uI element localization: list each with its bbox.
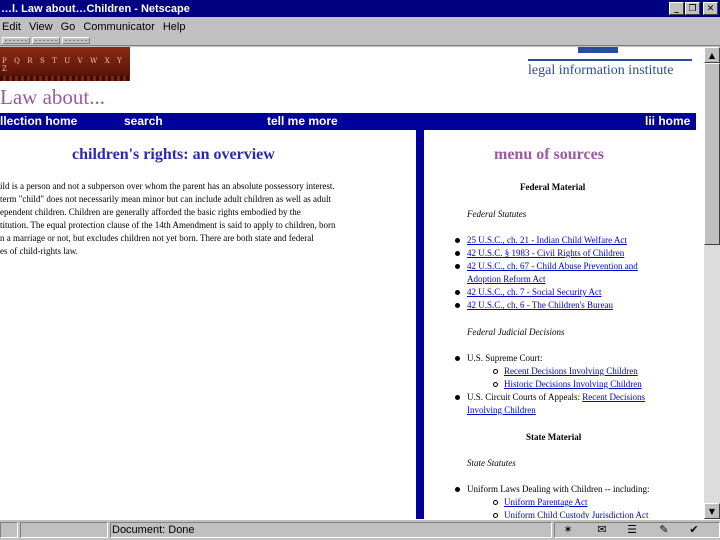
circle-bullet-icon [493, 500, 498, 505]
overview-line: ependent children. Children are generall… [0, 207, 301, 217]
bullet-icon [455, 395, 460, 400]
federal-material-heading: Federal Material [520, 182, 586, 192]
menu-go[interactable]: Go [59, 21, 82, 33]
link-child-abuse-prevention-cont[interactable]: Adoption Reform Act [467, 274, 546, 284]
scroll-thumb[interactable] [704, 63, 720, 245]
composer-icon[interactable]: ✎ [656, 523, 672, 537]
link-recent-decisions-circuit[interactable]: Recent Decisions [582, 392, 645, 402]
overview-line: ild is a person and not a subperson over… [0, 181, 335, 191]
nav-search[interactable]: search [124, 114, 163, 128]
column-divider [416, 130, 424, 519]
alphabet-letters: P Q R S T U V W X Y Z [2, 57, 125, 73]
link-involving-children[interactable]: Involving Children [467, 405, 536, 415]
state-statutes-label: State Statutes [467, 458, 516, 468]
minimize-icon[interactable]: _ [669, 2, 684, 15]
alphabet-banner: P Q R S T U V W X Y Z [0, 47, 130, 81]
nav-bar: llection home search tell me more lii ho… [0, 113, 696, 130]
bullet-icon [455, 290, 460, 295]
page-viewport: P Q R S T U V W X Y Z legal information … [0, 47, 704, 519]
window-titlebar: …l. Law about…Children - Netscape _ ❐ ✕ [0, 0, 720, 17]
federal-statutes-label: Federal Statutes [467, 209, 527, 219]
circuit-courts-row: U.S. Circuit Courts of Appeals: Recent D… [467, 392, 645, 402]
supreme-court-label: U.S. Supreme Court: [467, 353, 543, 363]
lii-logo[interactable]: legal information institute [528, 47, 692, 81]
link-social-security[interactable]: 42 U.S.C., ch. 7 - Social Security Act [467, 287, 602, 297]
bullet-icon [455, 238, 460, 243]
bullet-icon [455, 487, 460, 492]
status-text: Document: Done [112, 524, 195, 536]
toolbar-grip[interactable] [32, 37, 60, 44]
overview-line: es of child-rights law. [0, 246, 78, 256]
vertical-scrollbar[interactable]: ▲ ▼ [704, 47, 720, 519]
state-material-heading: State Material [526, 432, 582, 442]
menu-heading: menu of sources [494, 146, 604, 163]
overview-text: ild is a person and not a subperson over… [0, 180, 414, 258]
menu-edit[interactable]: Edit [0, 21, 27, 33]
status-bar: Document: Done ✶ ✉ ☰ ✎ ✔ [0, 519, 720, 540]
page-title: Law about... [0, 85, 105, 109]
toolbar-grip[interactable] [62, 37, 90, 44]
edit-icon[interactable]: ✔ [686, 523, 702, 537]
navigator-icon[interactable]: ✶ [560, 523, 576, 537]
overview-line: titution. The equal protection clause of… [0, 220, 336, 230]
discussions-icon[interactable]: ☰ [624, 523, 640, 537]
bullet-icon [455, 251, 460, 256]
menu-help[interactable]: Help [161, 21, 192, 33]
menu-view[interactable]: View [27, 21, 59, 33]
nav-lii-home[interactable]: lii home [645, 114, 690, 128]
uniform-laws-label: Uniform Laws Dealing with Children -- in… [467, 484, 650, 494]
link-childrens-bureau[interactable]: 42 U.S.C., ch. 6 - The Children's Bureau [467, 300, 613, 310]
mail-icon[interactable]: ✉ [594, 523, 610, 537]
nav-collection-home[interactable]: llection home [0, 114, 77, 128]
progress-meter [20, 522, 108, 538]
overview-line: term "child" does not necessarily mean m… [0, 194, 332, 204]
scroll-up-icon[interactable]: ▲ [704, 47, 720, 63]
security-icon[interactable] [0, 522, 18, 538]
link-indian-child-welfare[interactable]: 25 U.S.C., ch. 21 - Indian Child Welfare… [467, 235, 627, 245]
link-child-abuse-prevention[interactable]: 42 U.S.C., ch. 67 - Child Abuse Preventi… [467, 261, 638, 271]
bullet-icon [455, 264, 460, 269]
link-uniform-parentage[interactable]: Uniform Parentage Act [504, 497, 587, 507]
circle-bullet-icon [493, 382, 498, 387]
collapsed-toolbars [0, 36, 720, 46]
bullet-icon [455, 303, 460, 308]
menu-communicator[interactable]: Communicator [81, 21, 161, 33]
link-historic-decisions[interactable]: Historic Decisions Involving Children [504, 379, 642, 389]
link-uniform-custody[interactable]: Uniform Child Custody Jurisdiction Act [504, 510, 649, 519]
bullet-icon [455, 356, 460, 361]
circle-bullet-icon [493, 513, 498, 518]
nav-tell-me-more[interactable]: tell me more [267, 114, 338, 128]
maximize-icon[interactable]: ❐ [685, 2, 700, 15]
circle-bullet-icon [493, 369, 498, 374]
federal-judicial-label: Federal Judicial Decisions [467, 327, 565, 337]
toolbar-grip[interactable] [2, 37, 30, 44]
menu-bar: Edit View Go Communicator Help [0, 17, 720, 36]
lii-name: legal information institute [528, 63, 674, 78]
overview-heading: children's rights: an overview [72, 146, 275, 163]
circuit-courts-label: U.S. Circuit Courts of Appeals: [467, 392, 580, 402]
scroll-down-icon[interactable]: ▼ [704, 503, 720, 519]
link-civil-rights[interactable]: 42 U.S.C. § 1983 - Civil Rights of Child… [467, 248, 624, 258]
window-title: …l. Law about…Children - Netscape [1, 2, 190, 15]
link-recent-decisions[interactable]: Recent Decisions Involving Children [504, 366, 638, 376]
overview-line: n a marriage or not, but excludes childr… [0, 233, 314, 243]
close-icon[interactable]: ✕ [703, 2, 718, 15]
